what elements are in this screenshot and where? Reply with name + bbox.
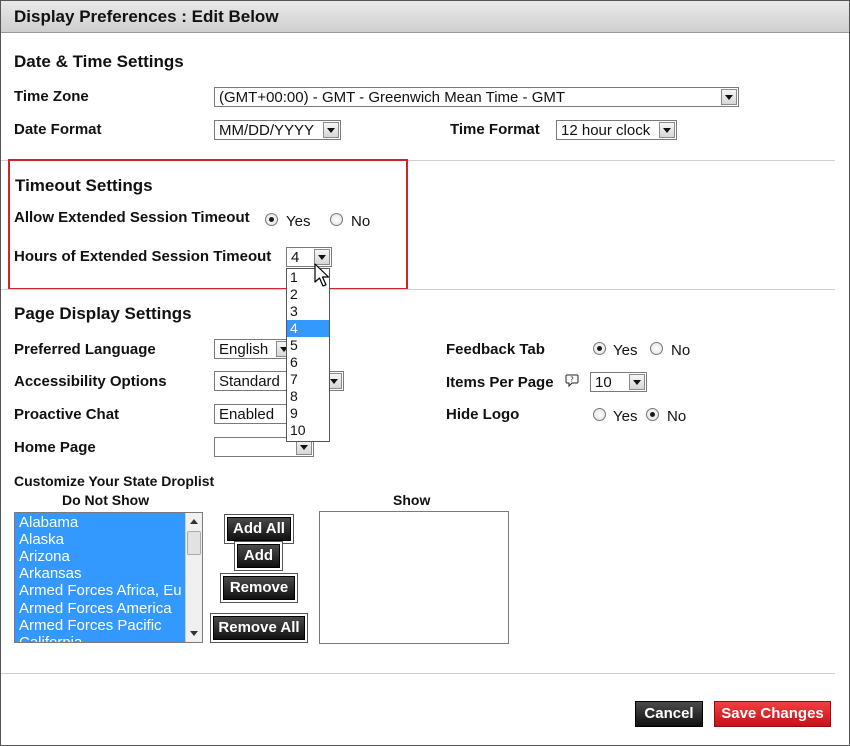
chevron-down-icon [629,374,645,390]
allow-timeout-no-radio[interactable] [330,213,343,226]
chevron-down-icon [323,122,339,138]
dropdown-option[interactable]: 7 [287,371,329,388]
show-label: Show [393,492,431,508]
hide-logo-label: Hide Logo [446,406,520,423]
scroll-up-icon[interactable] [186,513,202,529]
divider [1,673,835,674]
allow-timeout-yes-radio[interactable] [265,213,278,226]
cancel-button[interactable]: Cancel [635,701,703,727]
list-item[interactable]: Armed Forces Pacific [19,617,185,634]
divider [1,289,835,290]
proactive-chat-label: Proactive Chat [14,406,120,423]
feedback-no-radio[interactable] [650,342,663,355]
do-not-show-label: Do Not Show [62,492,150,508]
hours-extended-timeout-label: Hours of Extended Session Timeout [14,248,272,265]
date-format-label: Date Format [14,121,102,138]
hide-logo-yes-radio[interactable] [593,408,606,421]
preferred-language-select[interactable]: English [214,339,294,359]
list-item[interactable]: Arkansas [19,565,185,582]
dialog-title: Display Preferences : Edit Below [14,7,279,26]
items-per-page-label: Items Per Page [446,374,554,391]
remove-button[interactable]: Remove [223,576,295,600]
proactive-chat-value: Enabled [219,406,275,423]
dropdown-option[interactable]: 3 [287,303,329,320]
remove-all-button[interactable]: Remove All [213,616,305,640]
dropdown-option[interactable]: 10 [287,422,329,439]
list-item[interactable]: Armed Forces America [19,600,185,617]
chevron-down-icon [659,122,675,138]
list-item[interactable]: Arizona [19,548,185,565]
feedback-no-label: No [671,342,691,359]
time-format-value: 12 hour clock [561,122,651,139]
scroll-down-icon[interactable] [186,626,202,642]
datetime-section-title: Date & Time Settings [14,52,184,71]
state-droplist-title: Customize Your State Droplist [14,473,215,489]
help-icon[interactable]: ? [565,374,579,388]
listbox-scrollbar[interactable] [185,513,202,642]
dropdown-option[interactable]: 5 [287,337,329,354]
list-item[interactable]: Alaska [19,531,185,548]
timezone-value: (GMT+00:00) - GMT - Greenwich Mean Time … [219,89,566,106]
date-format-select[interactable]: MM/DD/YYYY [214,120,341,140]
accessibility-options-value: Standard [219,373,280,390]
feedback-tab-label: Feedback Tab [446,341,545,358]
hours-timeout-dropdown-list[interactable]: 1 2 3 4 5 6 7 8 9 10 [286,268,330,442]
home-page-label: Home Page [14,439,96,456]
hide-logo-no-label: No [667,408,687,425]
preferred-language-value: English [219,341,269,358]
timezone-select[interactable]: (GMT+00:00) - GMT - Greenwich Mean Time … [214,87,739,107]
feedback-yes-radio[interactable] [593,342,606,355]
feedback-yes-label: Yes [613,342,638,359]
do-not-show-listbox[interactable]: Alabama Alaska Arizona Arkansas Armed Fo… [14,512,203,643]
hide-logo-no-radio[interactable] [646,408,659,421]
dropdown-option[interactable]: 9 [287,405,329,422]
allow-timeout-yes-label: Yes [286,213,311,230]
dialog-titlebar: Display Preferences : Edit Below [1,1,849,33]
dropdown-option-selected[interactable]: 4 [287,320,329,337]
timeout-section-title: Timeout Settings [15,176,153,195]
hours-timeout-value: 4 [291,249,300,266]
hide-logo-yes-label: Yes [613,408,638,425]
add-all-button[interactable]: Add All [227,517,291,541]
list-item[interactable]: Armed Forces Africa, Eu [19,582,185,599]
chevron-down-icon [721,89,737,105]
show-listbox[interactable] [319,511,509,644]
date-format-value: MM/DD/YYYY [219,122,315,139]
display-preferences-dialog: Display Preferences : Edit Below Date & … [0,0,850,746]
list-item[interactable]: California [19,634,185,642]
list-item[interactable]: Alabama [19,514,185,531]
add-button[interactable]: Add [237,544,280,568]
listbox-items: Alabama Alaska Arizona Arkansas Armed Fo… [15,513,186,642]
dropdown-option[interactable]: 8 [287,388,329,405]
allow-timeout-no-label: No [351,213,371,230]
allow-extended-timeout-label: Allow Extended Session Timeout [14,209,250,226]
time-format-label: Time Format [450,121,540,138]
items-per-page-value: 10 [595,374,612,391]
mouse-cursor-icon [314,263,332,294]
timezone-label: Time Zone [14,88,89,105]
preferred-language-label: Preferred Language [14,341,156,358]
scrollbar-thumb[interactable] [187,531,201,555]
page-display-section-title: Page Display Settings [14,304,192,323]
items-per-page-select[interactable]: 10 [590,372,647,392]
time-format-select[interactable]: 12 hour clock [556,120,677,140]
dropdown-option[interactable]: 6 [287,354,329,371]
accessibility-options-label: Accessibility Options [14,373,167,390]
svg-text:?: ? [570,376,574,384]
save-changes-button[interactable]: Save Changes [714,701,831,727]
